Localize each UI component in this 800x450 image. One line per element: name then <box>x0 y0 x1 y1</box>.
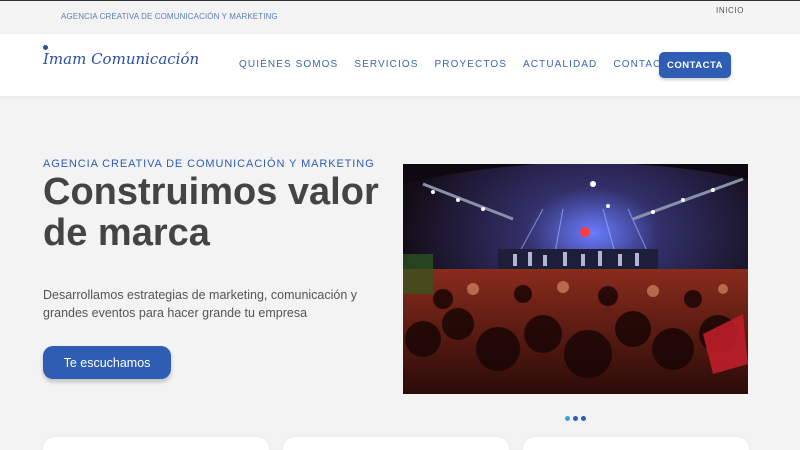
site-header: Imam Comunicación QUIÉNES SOMOS SERVICIO… <box>0 34 800 96</box>
hero-description: Desarrollamos estrategias de marketing, … <box>43 288 358 320</box>
slider-dot-1[interactable] <box>565 416 570 421</box>
service-card-1[interactable] <box>43 437 269 450</box>
logo-dot-icon <box>43 45 48 50</box>
top-tagline: AGENCIA CREATIVA DE COMUNICACIÓN Y MARKE… <box>61 12 278 21</box>
hero-kicker: AGENCIA CREATIVA DE COMUNICACIÓN Y MARKE… <box>43 158 375 170</box>
contacta-button[interactable]: CONTACTA <box>659 52 731 78</box>
slider-dot-3[interactable] <box>581 416 586 421</box>
hero-image <box>403 164 748 394</box>
slider-dots <box>565 416 586 421</box>
concert-photo-illustration <box>403 164 748 394</box>
inicio-link[interactable]: INICIO <box>716 6 744 15</box>
hero-title: Construimos valor de marca <box>43 171 379 254</box>
slider-dot-2[interactable] <box>573 416 578 421</box>
nav-actualidad[interactable]: ACTUALIDAD <box>523 59 597 70</box>
te-escuchamos-button[interactable]: Te escuchamos <box>43 346 171 379</box>
main-nav: QUIÉNES SOMOS SERVICIOS PROYECTOS ACTUAL… <box>239 59 677 70</box>
top-bar: AGENCIA CREATIVA DE COMUNICACIÓN Y MARKE… <box>0 0 800 34</box>
service-card-2[interactable] <box>283 437 509 450</box>
site-logo[interactable]: Imam Comunicación <box>43 45 200 68</box>
nav-servicios[interactable]: SERVICIOS <box>354 59 418 70</box>
logo-text: Imam Comunicación <box>43 50 200 68</box>
nav-proyectos[interactable]: PROYECTOS <box>435 59 508 70</box>
nav-quienes-somos[interactable]: QUIÉNES SOMOS <box>239 59 338 70</box>
service-card-3[interactable] <box>523 437 749 450</box>
